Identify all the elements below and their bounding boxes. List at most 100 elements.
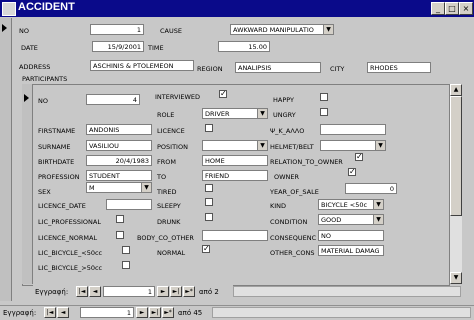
window-title: ACCIDENT (18, 1, 75, 13)
new-record-icon[interactable]: ►* (183, 286, 195, 297)
time-label: TIME (148, 44, 164, 52)
other-cons-label: OTHER_CONS (270, 249, 315, 257)
year-of-sale-field[interactable]: 0 (345, 183, 397, 194)
helmet-belt-label: HELMET/BELT (270, 143, 314, 151)
owner-checkbox[interactable]: ✓ (348, 168, 356, 176)
next-record-icon[interactable]: ► (136, 307, 148, 318)
next-record-icon[interactable]: ► (157, 286, 169, 297)
chevron-down-icon[interactable]: ▼ (373, 200, 383, 209)
last-record-icon[interactable]: ►| (149, 307, 161, 318)
form-icon (2, 2, 16, 16)
chevron-down-icon[interactable]: ▼ (323, 25, 333, 34)
lic-professional-label: LIC_PROFESSIONAL (38, 218, 101, 226)
kind-label: KIND (270, 202, 287, 210)
subform-horizontal-scrollbar[interactable] (233, 286, 461, 297)
previous-record-icon[interactable]: ◄ (57, 307, 69, 318)
lic-professional-checkbox[interactable] (116, 215, 124, 223)
year-of-sale-label: YEAR_OF_SALE (270, 188, 319, 196)
participant-no-label: NO (38, 97, 48, 105)
record-selector[interactable] (0, 18, 12, 301)
previous-record-icon[interactable]: ◄ (89, 286, 101, 297)
licence-normal-label: LICENCE_NORMAL (38, 234, 98, 242)
relation-to-owner-label: RELATION_TO_OWNER (270, 158, 343, 166)
main-current-record-field[interactable]: 1 (80, 307, 134, 318)
happy-label: HAPPY (273, 96, 295, 104)
city-field[interactable]: RHODES (367, 62, 431, 73)
to-field[interactable]: FRIEND (202, 170, 268, 181)
position-dropdown[interactable]: ▼ (202, 140, 268, 151)
scroll-down-icon[interactable]: ▼ (450, 272, 462, 284)
cause-dropdown[interactable]: AWKWARD MANIPULATIO ▼ (230, 24, 334, 35)
relation-to-owner-checkbox[interactable]: ✓ (355, 153, 363, 161)
last-record-icon[interactable]: ►| (170, 286, 182, 297)
sleepy-checkbox[interactable] (205, 198, 213, 206)
normal-label: NORMAL (157, 249, 186, 257)
lic-bicycle-over-50-checkbox[interactable] (122, 261, 130, 269)
psi-k-allo-label: Ψ_Κ_ΑΛΛΟ (270, 127, 305, 135)
scroll-up-icon[interactable]: ▲ (450, 84, 462, 96)
first-record-icon[interactable]: |◄ (44, 307, 56, 318)
psi-k-allo-field[interactable] (320, 124, 386, 135)
subform-current-record-field[interactable]: 1 (103, 286, 155, 297)
chevron-down-icon[interactable]: ▼ (257, 141, 267, 150)
chevron-down-icon[interactable]: ▼ (141, 183, 151, 192)
licence-normal-checkbox[interactable] (116, 231, 124, 239)
firstname-field[interactable]: ANDONIS (86, 124, 152, 135)
lic-bicycle-under-50-checkbox[interactable] (122, 246, 130, 254)
address-field[interactable]: ASCHINIS & PTOLEMEON (90, 60, 194, 71)
body-co-other-label: BODY_CO_OTHER (137, 234, 194, 242)
no-field[interactable]: 1 (90, 24, 144, 35)
lic-bicycle-under-50-label: LIC_BICYCLE_<50cc (38, 249, 103, 257)
happy-checkbox[interactable] (320, 93, 328, 101)
licence-date-field[interactable] (106, 199, 152, 210)
normal-checkbox[interactable]: ✓ (202, 245, 210, 253)
tired-checkbox[interactable] (205, 184, 213, 192)
licence-checkbox[interactable] (205, 124, 213, 132)
surname-field[interactable]: VASILIOU (86, 140, 152, 151)
role-dropdown[interactable]: DRIVER ▼ (202, 108, 268, 119)
consequence-label: CONSEQUENC (270, 234, 317, 242)
chevron-down-icon[interactable]: ▼ (373, 215, 383, 224)
licence-date-label: LICENCE_DATE (38, 202, 86, 210)
ungry-checkbox[interactable] (320, 108, 328, 116)
region-field[interactable]: ANALIPSIS (235, 62, 321, 73)
consequence-field[interactable]: NO (318, 230, 384, 241)
profession-field[interactable]: STUDENT (86, 170, 152, 181)
helmet-belt-dropdown[interactable]: ▼ (320, 140, 386, 151)
licence-label: LICENCE (157, 127, 185, 135)
drunk-checkbox[interactable] (205, 213, 213, 221)
main-record-count: από 45 (178, 309, 203, 317)
surname-label: SURNAME (38, 143, 71, 151)
subform-vertical-scrollbar[interactable]: ▲ ▼ (449, 84, 462, 284)
chevron-down-icon[interactable]: ▼ (257, 109, 267, 118)
no-label: NO (19, 27, 29, 35)
birthdate-field[interactable]: 20/4/1983 (86, 155, 152, 166)
from-field[interactable]: HOME (202, 155, 268, 166)
body-co-other-field[interactable] (202, 230, 268, 241)
minimize-icon[interactable]: _ (431, 2, 445, 15)
first-record-icon[interactable]: |◄ (76, 286, 88, 297)
profession-label: PROFESSION (38, 173, 80, 181)
chevron-down-icon[interactable]: ▼ (375, 141, 385, 150)
date-field[interactable]: 15/9/2001 (92, 41, 144, 52)
firstname-label: FIRSTNAME (38, 127, 76, 135)
current-record-arrow-icon (2, 24, 7, 32)
participant-no-field[interactable]: 4 (86, 94, 140, 105)
lic-bicycle-over-50-label: LIC_BICYCLE_>50cc (38, 264, 103, 272)
maximize-icon[interactable]: □ (445, 2, 459, 15)
subform-record-selector[interactable] (22, 84, 33, 284)
other-cons-field[interactable]: MATERIAL DAMAG (318, 245, 384, 256)
scroll-thumb[interactable] (450, 96, 462, 216)
new-record-icon[interactable]: ►* (162, 307, 174, 318)
current-record-arrow-icon (24, 94, 29, 102)
to-label: TO (157, 173, 167, 181)
main-horizontal-scrollbar[interactable] (212, 307, 471, 318)
close-icon[interactable]: × (459, 2, 473, 15)
kind-dropdown[interactable]: BICYCLE <50c ▼ (318, 199, 384, 210)
condition-dropdown[interactable]: GOOD ▼ (318, 214, 384, 225)
interviewed-checkbox[interactable]: ✓ (219, 90, 227, 98)
ungry-label: UNGRY (273, 111, 296, 119)
sex-dropdown[interactable]: M ▼ (86, 182, 152, 193)
kind-value: BICYCLE <50c (321, 201, 368, 209)
time-field[interactable]: 15.00 (218, 41, 270, 52)
